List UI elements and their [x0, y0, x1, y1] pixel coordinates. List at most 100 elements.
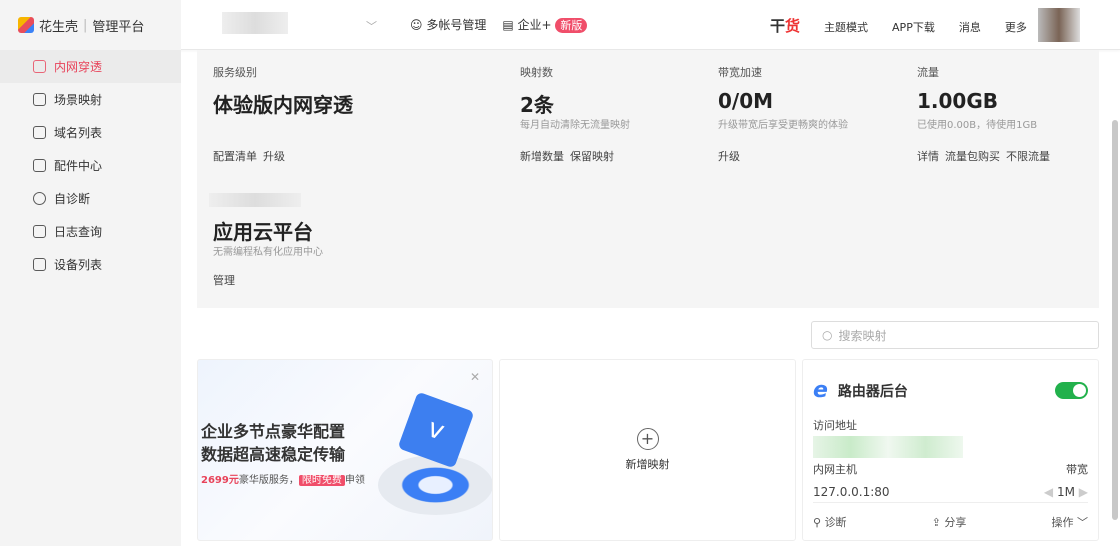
- add-mapping-label: 新增映射: [625, 458, 670, 471]
- grid-icon: [33, 159, 46, 172]
- platform-name: 管理平台: [92, 19, 145, 35]
- stat-traffic: 流量 1.00GB 已使用0.00B，待使用1GB 详情 流量包购买 不限流量: [917, 64, 1120, 164]
- enterprise-link[interactable]: ▤ 企业+ 新版: [502, 16, 588, 33]
- promo-free-badge: 限时免费: [298, 475, 345, 486]
- sidebar-item-accessories[interactable]: 配件中心: [0, 149, 181, 182]
- ganhuo-a: 干: [770, 17, 786, 35]
- sidebar-item-domains[interactable]: 域名列表: [0, 116, 181, 149]
- mapping-name: 路由器后台: [837, 383, 908, 400]
- cube-icon: [33, 60, 46, 73]
- sidebar-item-devices[interactable]: 设备列表: [0, 248, 181, 281]
- app-download-link[interactable]: APP下载: [892, 19, 935, 35]
- plus-icon: +: [636, 428, 659, 450]
- shield-check-icon: v: [397, 391, 475, 469]
- peanut-logo-icon: [18, 17, 34, 33]
- label: 设备列表: [54, 258, 103, 272]
- domain-icon: [33, 126, 46, 139]
- upgrade-bandwidth-link[interactable]: 升级: [718, 148, 740, 164]
- label: 内网穿透: [54, 60, 103, 74]
- scrollbar[interactable]: [1112, 120, 1118, 520]
- bandwidth-label: 带宽: [1066, 463, 1088, 476]
- account-selector-blurred[interactable]: [222, 12, 288, 34]
- multi-account-link[interactable]: ☺ 多帐号管理: [410, 16, 486, 33]
- brand-name: 花生壳: [39, 19, 79, 35]
- operate-dropdown[interactable]: 操作 ﹀: [1052, 514, 1089, 530]
- stat-service-level: 服务级别 体验版内网穿透 配置清单 升级: [213, 64, 463, 164]
- document-icon: [33, 225, 46, 238]
- promo-offer: 2699元豪华版服务， 限时免费 申领: [201, 471, 365, 486]
- stat-value: 应用云平台: [213, 220, 313, 244]
- multi-account-label: 多帐号管理: [426, 18, 487, 32]
- bandwidth-decrease[interactable]: ◀: [1044, 485, 1053, 499]
- label: 日志查询: [54, 225, 103, 239]
- label: 域名列表: [54, 126, 103, 140]
- label: 场景映射: [54, 93, 103, 107]
- add-mapping-card[interactable]: + 新增映射: [499, 359, 796, 541]
- promo-price: 2699元: [201, 475, 239, 486]
- search-icon: ○: [822, 328, 833, 342]
- new-badge: 新版: [555, 18, 588, 33]
- promo-line2: 数据超高速稳定传输: [201, 445, 346, 464]
- sidebar-item-scene[interactable]: 场景映射: [0, 83, 181, 116]
- promo-banner[interactable]: ✕ 企业多节点豪华配置 数据超高速稳定传输 2699元豪华版服务， 限时免费 申领 v: [197, 359, 493, 541]
- search-input[interactable]: ○ 搜索映射: [811, 321, 1099, 349]
- stat-value: 体验版内网穿透: [213, 93, 353, 117]
- stat-label: 服务级别: [213, 66, 257, 79]
- sidebar-item-logs[interactable]: 日志查询: [0, 215, 181, 248]
- promo-line1: 企业多节点豪华配置: [201, 422, 346, 441]
- access-label: 访问地址: [813, 419, 857, 432]
- close-icon[interactable]: ✕: [470, 370, 480, 384]
- promo-desc: 豪华版服务，: [238, 475, 299, 486]
- ganhuo-link[interactable]: 干货: [770, 15, 800, 36]
- more-link[interactable]: 更多: [1005, 19, 1027, 35]
- upgrade-link[interactable]: 升级: [263, 148, 285, 164]
- bandwidth-increase[interactable]: ▶: [1079, 485, 1088, 499]
- divider: |: [83, 17, 88, 33]
- buy-traffic-link[interactable]: 流量包购买: [945, 148, 1000, 164]
- messages-link[interactable]: 消息: [959, 19, 981, 35]
- mapping-card: e 路由器后台 访问地址 内网主机 带宽 127.0.0.1:80 ◀ 1M ▶ ⚲ …: [802, 359, 1099, 541]
- enterprise-label: 企业+: [517, 18, 552, 32]
- stat-value: 1.00GB: [917, 89, 999, 113]
- add-quantity-link[interactable]: 新增数量: [520, 148, 564, 164]
- stat-sub: 无需编程私有化应用中心: [213, 247, 323, 258]
- sidebar-item-diagnose[interactable]: 自诊断: [0, 182, 181, 215]
- access-address-blurred[interactable]: [813, 436, 963, 458]
- top-bar: 花生壳 | 管理平台 ﹀ ☺ 多帐号管理 ▤ 企业+ 新版 干货 主题模式 AP…: [0, 0, 1120, 50]
- label: 自诊断: [54, 192, 91, 206]
- stat-sub: [213, 116, 463, 128]
- ganhuo-b: 货: [785, 17, 801, 35]
- stat-label: 流量: [917, 66, 939, 79]
- host-value: 127.0.0.1:80: [813, 485, 890, 499]
- sidebar: 内网穿透 场景映射 域名列表 配件中心 自诊断 日志查询 设备列表: [0, 50, 181, 546]
- platform-illustration: [378, 455, 492, 515]
- chevron-down-icon[interactable]: ﹀: [366, 18, 377, 34]
- ie-browser-icon: e: [813, 378, 828, 403]
- promo-headline: 企业多节点豪华配置 数据超高速稳定传输: [201, 420, 345, 466]
- avatar[interactable]: [1038, 8, 1080, 42]
- sidebar-item-nat[interactable]: 内网穿透: [0, 50, 181, 83]
- promo-claim: 申领: [344, 475, 365, 486]
- overview-panel: 服务级别 体验版内网穿透 配置清单 升级 映射数 2条 每月自动清除无流量映射 新…: [197, 50, 1099, 308]
- stat-cloud: 应用云平台 无需编程私有化应用中心 管理: [213, 207, 463, 288]
- config-list-link[interactable]: 配置清单: [213, 148, 257, 164]
- keep-mapping-link[interactable]: 保留映射: [570, 148, 614, 164]
- stat-sub: 已使用0.00B，待使用1GB: [917, 120, 1038, 131]
- share-button[interactable]: ⇪ 分享: [932, 514, 967, 530]
- theme-link[interactable]: 主题模式: [824, 19, 868, 35]
- home-icon: [33, 93, 46, 106]
- diagnose-label: 诊断: [824, 515, 847, 529]
- share-label: 分享: [944, 515, 967, 529]
- unlimited-traffic-link[interactable]: 不限流量: [1006, 148, 1050, 164]
- bandwidth-value: 1M: [1056, 485, 1075, 499]
- details-link[interactable]: 详情: [917, 148, 939, 164]
- diagnose-icon: [33, 192, 46, 205]
- diagnose-button[interactable]: ⚲ 诊断: [813, 514, 847, 530]
- manage-link[interactable]: 管理: [213, 272, 235, 288]
- enable-toggle[interactable]: [1055, 382, 1088, 399]
- operate-label: 操作: [1051, 515, 1074, 529]
- label: 配件中心: [54, 159, 103, 173]
- search-placeholder: 搜索映射: [838, 328, 887, 343]
- monitor-icon: [33, 258, 46, 271]
- logo[interactable]: 花生壳 | 管理平台: [0, 0, 181, 50]
